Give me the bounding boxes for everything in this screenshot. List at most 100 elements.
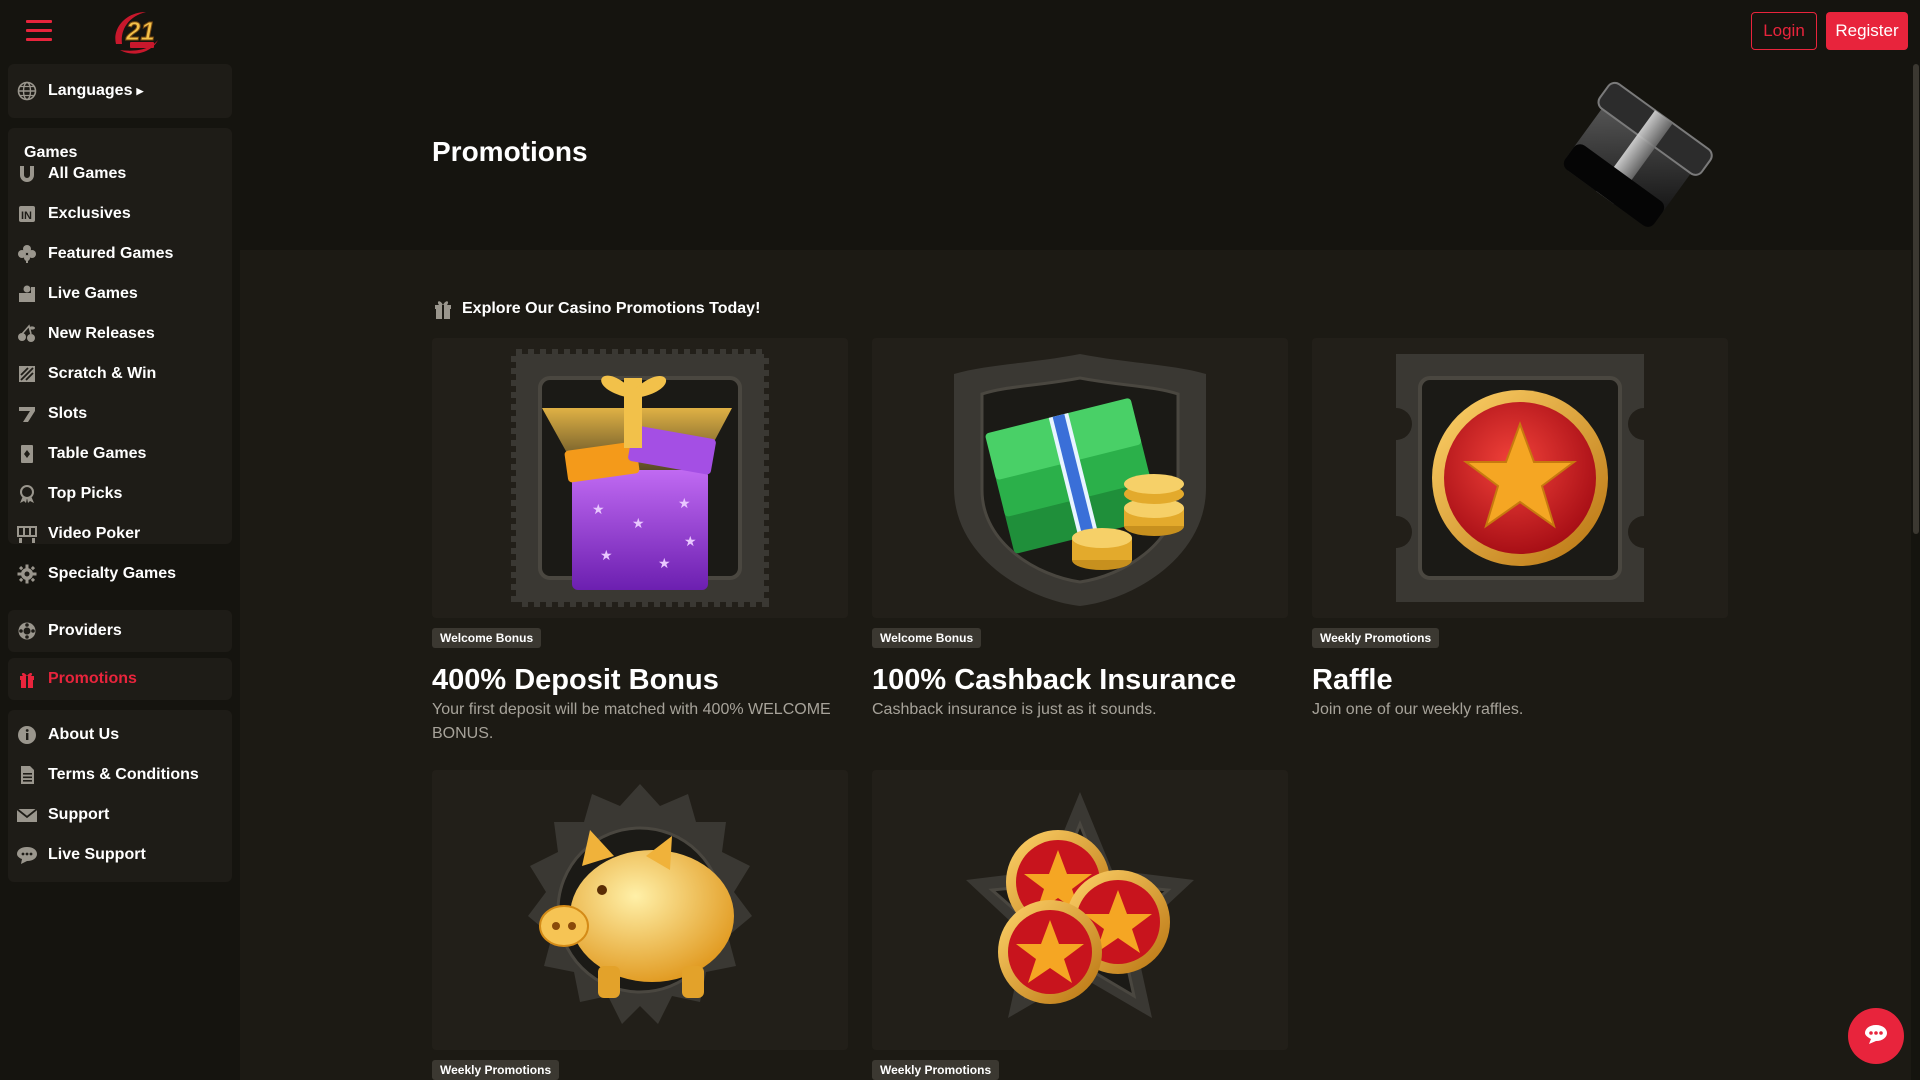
- info-icon: [16, 724, 38, 746]
- svg-text:★: ★: [678, 495, 691, 511]
- sidebar-item-label: Featured Games: [48, 245, 174, 262]
- promo-title[interactable]: 400% Deposit Bonus: [432, 664, 719, 697]
- sidebar-item-label: Exclusives: [48, 205, 131, 222]
- svg-text:★: ★: [592, 501, 605, 517]
- explore-heading: Explore Our Casino Promotions Today!: [434, 298, 760, 320]
- promo-title[interactable]: Raffle: [1312, 664, 1393, 697]
- top-header: 21 Login Register: [0, 0, 1920, 62]
- seven-icon: [16, 403, 38, 425]
- sidebar-item-label: New Releases: [48, 325, 155, 342]
- sidebar-item-live-games[interactable]: Live Games: [16, 278, 138, 310]
- sidebar-item-specialty-games[interactable]: Specialty Games: [16, 558, 176, 590]
- promo-card[interactable]: Welcome Bonus 100% Cashback Insurance Ca…: [872, 338, 1288, 718]
- promo-title[interactable]: 100% Cashback Insurance: [872, 664, 1236, 697]
- exclusive-icon: IN: [16, 203, 38, 225]
- brand-logo[interactable]: 21: [108, 6, 168, 58]
- sidebar-item-slots[interactable]: Slots: [16, 398, 87, 430]
- sidebar-item-terms-conditions[interactable]: Terms & Conditions: [16, 759, 199, 791]
- sidebar-item-new-releases[interactable]: New Releases: [16, 318, 155, 350]
- page-title: Promotions: [432, 136, 588, 167]
- promo-card[interactable]: ★ ★ ★ ★ ★ ★ Welcome Bonus 400% Deposit Bonu…: [432, 338, 848, 742]
- cherries-icon: [16, 323, 38, 345]
- promotions-block: Promotions: [8, 658, 232, 700]
- sidebar-item-about-us[interactable]: About Us: [16, 719, 119, 751]
- providers-block: Providers: [8, 610, 232, 652]
- hamburger-menu-icon[interactable]: [26, 20, 52, 42]
- sidebar-item-label: Video Poker: [48, 525, 141, 542]
- promo-card-image[interactable]: [1312, 338, 1728, 618]
- promo-badge: Welcome Bonus: [432, 628, 542, 648]
- languages-block: Languages ▶: [8, 64, 232, 118]
- sidebar-item-support[interactable]: Support: [16, 799, 109, 831]
- games-block: Games All Games IN Exclusives Featured Game…: [8, 128, 232, 584]
- promo-card-image[interactable]: [872, 770, 1288, 1050]
- sidebar-item-all-games[interactable]: All Games: [16, 158, 126, 190]
- svg-text:★: ★: [684, 533, 697, 549]
- promo-badge: Weekly Promotions: [432, 1060, 560, 1080]
- video-poker-icon: [16, 523, 38, 545]
- svg-text:★: ★: [632, 515, 645, 531]
- svg-text:IN: IN: [21, 210, 32, 222]
- poker-chip-icon: [16, 620, 38, 642]
- info-block: About Us Terms & Conditions Support Live Su…: [8, 710, 232, 882]
- sidebar-item-label: Slots: [48, 405, 88, 422]
- live-chat-button[interactable]: [1848, 1008, 1904, 1064]
- sidebar-item-label: Live Games: [48, 285, 138, 302]
- globe-icon: [16, 80, 38, 102]
- award-icon: [16, 483, 38, 505]
- promo-card-image[interactable]: [432, 770, 848, 1050]
- promo-description: Join one of our weekly raffles.: [1312, 701, 1524, 718]
- promo-card[interactable]: Weekly Promotions: [432, 770, 848, 1080]
- sidebar-item-label: Table Games: [48, 445, 147, 462]
- sidebar-item-label: Providers: [48, 622, 122, 639]
- mail-icon: [16, 804, 38, 826]
- promo-badge: Weekly Promotions: [872, 1060, 1000, 1080]
- sidebar-item-label: Terms & Conditions: [48, 766, 199, 783]
- scrollbar-thumb[interactable]: [1913, 64, 1919, 534]
- register-button[interactable]: Register: [1826, 12, 1908, 50]
- sidebar-item-label: About Us: [48, 726, 120, 743]
- horseshoe-icon: [16, 163, 38, 185]
- gift-icon: [16, 668, 38, 690]
- gear-icon: [16, 563, 38, 585]
- chat-bubble-icon: [16, 844, 38, 866]
- sidebar-item-live-support[interactable]: Live Support: [16, 839, 146, 871]
- chat-bubble-icon: [1863, 1023, 1889, 1050]
- promo-card[interactable]: Weekly Promotions: [872, 770, 1288, 1080]
- sidebar-item-exclusives[interactable]: IN Exclusives: [16, 198, 131, 230]
- login-button[interactable]: Login: [1751, 12, 1817, 50]
- sidebar-item-video-poker[interactable]: Video Poker: [16, 518, 140, 550]
- explore-label: Explore Our Casino Promotions Today!: [462, 300, 761, 317]
- sidebar-item-promotions[interactable]: Promotions: [16, 663, 137, 695]
- sidebar-item-label: Languages: [48, 82, 133, 99]
- sidebar-item-label: Live Support: [48, 846, 146, 863]
- sidebar-item-scratch-win[interactable]: Scratch & Win: [16, 358, 156, 390]
- svg-text:★: ★: [600, 547, 613, 563]
- gift-icon: [434, 298, 454, 320]
- live-dealer-icon: [16, 283, 38, 305]
- promo-card[interactable]: Weekly Promotions Raffle Join one of our…: [1312, 338, 1728, 718]
- sidebar-item-table-games[interactable]: Table Games: [16, 438, 146, 470]
- sidebar-item-label: Promotions: [48, 670, 137, 687]
- sidebar: Languages ▶ Games All Games IN Exclusives F…: [0, 62, 240, 1080]
- sidebar-item-label: Scratch & Win: [48, 365, 157, 382]
- sidebar-item-featured-games[interactable]: Featured Games: [16, 238, 173, 270]
- sidebar-item-label: All Games: [48, 165, 127, 182]
- sidebar-item-top-picks[interactable]: Top Picks: [16, 478, 122, 510]
- sidebar-item-label: Support: [48, 806, 110, 823]
- banner-gift-image: [1540, 70, 1730, 250]
- sidebar-item-label: Specialty Games: [48, 565, 177, 582]
- promo-card-image[interactable]: [872, 338, 1288, 618]
- svg-text:★: ★: [658, 555, 671, 571]
- logo-number: 21: [125, 16, 155, 46]
- scratch-card-icon: [16, 363, 38, 385]
- playing-card-icon: [16, 443, 38, 465]
- promo-badge: Welcome Bonus: [872, 628, 982, 648]
- document-icon: [16, 764, 38, 786]
- caret-right-icon: ▶: [136, 85, 144, 96]
- sidebar-item-providers[interactable]: Providers: [16, 615, 122, 647]
- promo-card-image[interactable]: ★ ★ ★ ★ ★ ★: [432, 338, 848, 618]
- promo-badge: Weekly Promotions: [1312, 628, 1440, 648]
- clover-icon: [16, 243, 38, 265]
- sidebar-item-languages[interactable]: Languages ▶: [16, 75, 143, 107]
